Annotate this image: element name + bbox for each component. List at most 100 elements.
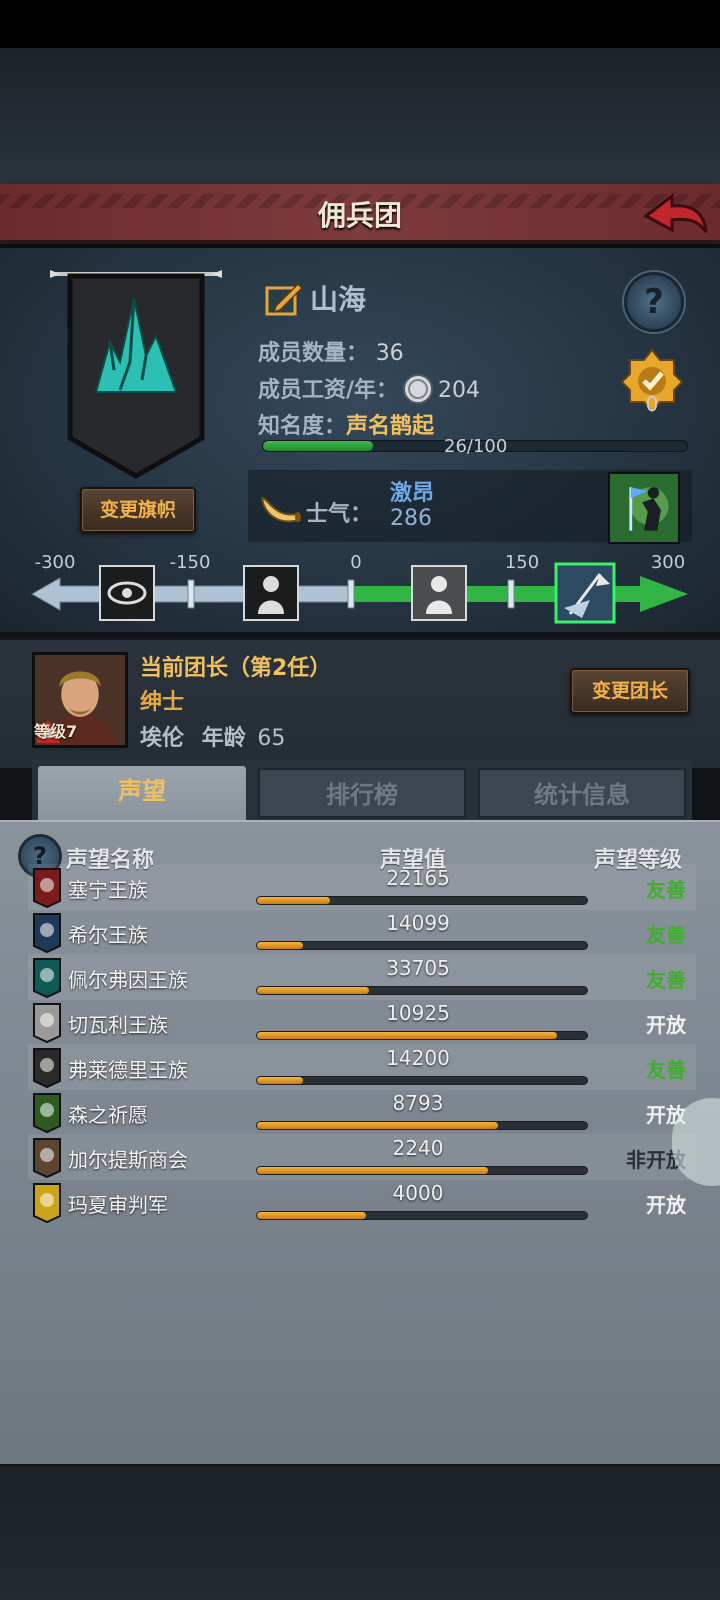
scales-icon xyxy=(33,1003,61,1044)
reputation-value: 10925 xyxy=(386,1001,450,1025)
members-line: 成员数量： 36 xyxy=(258,335,404,367)
reputation-value: 2240 xyxy=(392,1136,444,1160)
reputation-progress-bar xyxy=(256,1076,588,1085)
fame-progress-fill xyxy=(263,441,374,451)
reputation-level: 友善 xyxy=(646,1058,686,1082)
leader-age: 65 xyxy=(257,726,286,751)
blue-skull-icon xyxy=(33,913,61,954)
guild-name: 山海 xyxy=(310,283,367,316)
reputation-name: 弗莱德里王族 xyxy=(68,1058,188,1082)
tab-ranking[interactable]: 排行榜 xyxy=(258,768,466,818)
reputation-progress-fill xyxy=(257,1077,304,1084)
morale-value: 286 xyxy=(390,506,432,531)
reputation-row[interactable]: 希尔王族 14099 友善 xyxy=(28,909,696,955)
reputation-level: 友善 xyxy=(646,878,686,902)
morale-tick: 150 xyxy=(504,552,540,573)
change-leader-button[interactable]: 变更团长 xyxy=(570,668,690,714)
despair-figure-icon xyxy=(243,565,299,621)
reputation-value: 4000 xyxy=(392,1181,444,1205)
reputation-progress-fill xyxy=(257,942,304,949)
reputation-progress-fill xyxy=(257,1032,558,1039)
silver-coin-icon xyxy=(403,374,434,404)
tab-reputation[interactable]: 声望 xyxy=(38,766,246,824)
reputation-level: 友善 xyxy=(646,968,686,992)
reputation-value: 22165 xyxy=(386,866,450,890)
salary-value: 204 xyxy=(438,378,481,403)
morale-tick: -300 xyxy=(34,552,76,573)
members-label: 成员数量： xyxy=(258,341,369,366)
leader-level: 等级7 xyxy=(34,722,78,741)
reputation-name: 切瓦利王族 xyxy=(68,1013,168,1037)
wolf-icon xyxy=(33,1048,61,1089)
leader-title: 绅士 xyxy=(140,690,185,715)
leader-name: 埃伦 xyxy=(140,726,185,751)
sun-icon xyxy=(33,1183,61,1224)
reputation-progress-fill xyxy=(257,987,370,994)
reputation-level: 开放 xyxy=(646,1013,686,1037)
morale-state: 激昂 xyxy=(390,481,435,506)
reputation-row[interactable]: 玛夏审判军 4000 开放 xyxy=(28,1179,696,1225)
morale-label: 士气： xyxy=(306,502,373,527)
reputation-value: 14200 xyxy=(386,1046,450,1070)
reputation-name: 森之祈愿 xyxy=(68,1103,148,1127)
reputation-row[interactable]: 森之祈愿 8793 开放 xyxy=(28,1089,696,1135)
high-morale-icon xyxy=(554,562,616,624)
reputation-progress-bar xyxy=(256,896,588,905)
red-crest-icon xyxy=(33,868,61,909)
fame-level: 声名鹊起 xyxy=(346,414,435,439)
edit-name-icon[interactable] xyxy=(264,280,304,316)
reputation-name: 加尔提斯商会 xyxy=(68,1148,188,1172)
top-background xyxy=(0,48,720,185)
reputation-row[interactable]: 弗莱德里王族 14200 友善 xyxy=(28,1044,696,1090)
tab-statistics[interactable]: 统计信息 xyxy=(478,768,686,818)
salary-label: 成员工资/年： xyxy=(258,378,399,403)
status-bar xyxy=(0,0,720,48)
back-arrow-icon[interactable] xyxy=(642,190,710,238)
reputation-value: 8793 xyxy=(392,1091,444,1115)
reputation-level: 友善 xyxy=(646,923,686,947)
leader-heading: 当前团长（第2任） xyxy=(140,656,332,681)
leader-age-label: 年龄 xyxy=(201,726,246,751)
reputation-row[interactable]: 切瓦利王族 10925 开放 xyxy=(28,999,696,1045)
reputation-value: 33705 xyxy=(386,956,450,980)
reputation-progress-bar xyxy=(256,1121,588,1130)
morale-tick: -150 xyxy=(169,552,211,573)
reputation-progress-fill xyxy=(257,1122,498,1129)
leader-name-line: 埃伦 年龄 65 xyxy=(140,720,285,752)
members-value: 36 xyxy=(375,341,404,366)
chaos-eye-icon xyxy=(99,565,155,621)
reputation-progress-fill xyxy=(257,1167,488,1174)
reputation-name: 玛夏审判军 xyxy=(68,1193,168,1217)
tree-icon xyxy=(33,1093,61,1134)
reputation-progress-bar xyxy=(256,986,588,995)
help-button[interactable]: ? xyxy=(624,272,684,332)
reputation-progress-bar xyxy=(256,1031,588,1040)
badge-count: 0 xyxy=(645,392,659,416)
reputation-progress-bar xyxy=(256,1211,588,1220)
salary-line: 成员工资/年： 204 xyxy=(258,372,480,405)
morale-tick: 300 xyxy=(650,552,686,573)
reputation-name: 塞宁王族 xyxy=(68,878,148,902)
reputation-value: 14099 xyxy=(386,911,450,935)
reputation-progress-fill xyxy=(257,1212,366,1219)
reputation-name: 佩尔弗因王族 xyxy=(68,968,188,992)
reputation-row[interactable]: 塞宁王族 22165 友善 xyxy=(28,864,696,910)
change-banner-button[interactable]: 变更旗帜 xyxy=(80,487,196,533)
reputation-level: 开放 xyxy=(646,1193,686,1217)
reputation-row[interactable]: 佩尔弗因王族 33705 友善 xyxy=(28,954,696,1000)
morale-tick: 0 xyxy=(350,552,362,573)
calm-figure-icon xyxy=(411,565,467,621)
victory-flag-icon[interactable] xyxy=(608,472,680,544)
guild-banner xyxy=(50,270,222,479)
reputation-progress-bar xyxy=(256,941,588,950)
fame-progress-text: 26/100 xyxy=(444,436,508,457)
reputation-name: 希尔王族 xyxy=(68,923,148,947)
chest-icon xyxy=(33,1138,61,1179)
title-bar: 佣兵团 xyxy=(0,184,720,244)
bottom-background xyxy=(0,1464,720,1600)
page-title: 佣兵团 xyxy=(317,199,402,232)
reputation-progress-bar xyxy=(256,1166,588,1175)
reputation-row[interactable]: 加尔提斯商会 2240 非开放 xyxy=(28,1134,696,1180)
teal-moon-icon xyxy=(33,958,61,999)
reputation-progress-fill xyxy=(257,897,330,904)
